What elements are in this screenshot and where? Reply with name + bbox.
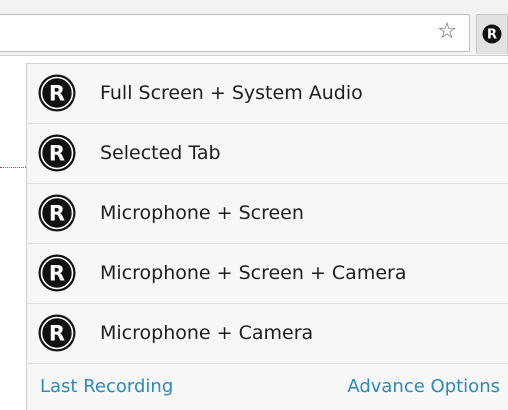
popup-footer: Last Recording Advance Options	[27, 366, 508, 410]
browser-toolbar: ☆ R	[0, 0, 508, 56]
page-underline-fragment	[0, 167, 26, 168]
menu-item-selected-tab[interactable]: R Selected Tab	[27, 124, 508, 184]
advance-options-link[interactable]: Advance Options	[347, 376, 500, 397]
recorder-logo-icon: R	[38, 74, 76, 112]
last-recording-link[interactable]: Last Recording	[40, 376, 173, 397]
svg-text:R: R	[49, 142, 65, 166]
address-bar[interactable]: ☆	[0, 14, 470, 52]
menu-item-microphone-screen[interactable]: R Microphone + Screen	[27, 184, 508, 244]
menu-item-label: Selected Tab	[100, 142, 221, 164]
menu-item-microphone-camera[interactable]: R Microphone + Camera	[27, 304, 508, 364]
menu-item-label: Full Screen + System Audio	[100, 82, 363, 104]
menu-item-label: Microphone + Camera	[100, 322, 314, 344]
menu-item-label: Microphone + Screen + Camera	[100, 262, 407, 284]
svg-text:R: R	[49, 202, 65, 226]
recorder-logo-icon: R	[38, 134, 76, 172]
menu-item-full-screen-system-audio[interactable]: R Full Screen + System Audio	[27, 64, 508, 124]
menu-item-label: Microphone + Screen	[100, 202, 304, 224]
menu-item-microphone-screen-camera[interactable]: R Microphone + Screen + Camera	[27, 244, 508, 304]
recorder-popup-menu: R Full Screen + System Audio R Selected …	[26, 63, 508, 410]
svg-text:R: R	[49, 262, 65, 286]
svg-text:R: R	[49, 82, 65, 106]
recorder-extension-icon: R	[482, 24, 502, 44]
svg-text:R: R	[487, 28, 497, 43]
recorder-logo-icon: R	[38, 314, 76, 352]
recorder-logo-icon: R	[38, 194, 76, 232]
extension-button[interactable]: R	[476, 14, 508, 54]
bookmark-star-icon[interactable]: ☆	[435, 20, 459, 44]
recorder-logo-icon: R	[38, 254, 76, 292]
svg-text:R: R	[49, 322, 65, 346]
